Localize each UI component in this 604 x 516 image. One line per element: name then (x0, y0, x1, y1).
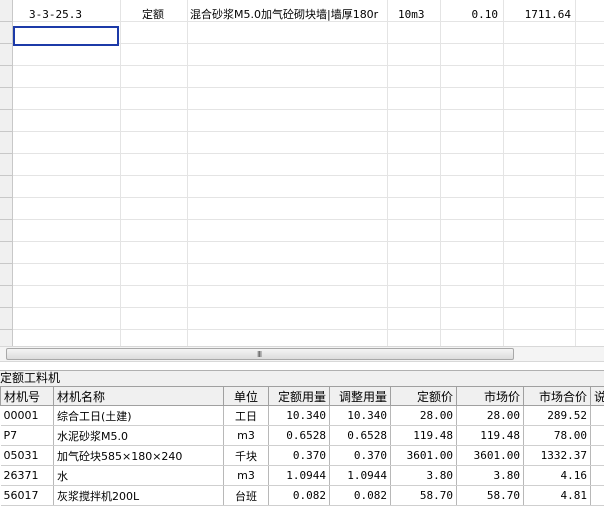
material-code[interactable]: 56017 (0, 485, 54, 506)
quota-grid[interactable]: 3-3-25.3 定额 混合砂浆M5.0加气砼砌块墙|墙厚180r 10m3 0… (0, 0, 604, 346)
table-header-row: 材机号 材机名称 单位 定额用量 调整用量 定额价 市场价 市场合价 说 (0, 386, 604, 406)
note-cell[interactable] (590, 445, 604, 466)
market-total[interactable]: 4.81 (523, 485, 591, 506)
market-price[interactable]: 3.80 (456, 465, 524, 486)
col-header-name[interactable]: 材机名称 (53, 386, 224, 406)
row-header-strip[interactable] (0, 0, 13, 346)
horizontal-scrollbar[interactable]: III (0, 346, 604, 362)
quota-qty[interactable]: 1.0944 (268, 465, 330, 486)
market-total[interactable]: 1332.37 (523, 445, 591, 466)
adjusted-qty[interactable]: 0.6528 (329, 425, 391, 446)
material-code[interactable]: P7 (0, 425, 54, 446)
quota-unit-cell[interactable]: 10m3 (398, 4, 443, 26)
material-code[interactable]: 05031 (0, 445, 54, 466)
quota-price[interactable]: 58.70 (390, 485, 457, 506)
market-total[interactable]: 4.16 (523, 465, 591, 486)
table-row[interactable]: 56017 灰浆搅拌机200L 台班 0.082 0.082 58.70 58.… (0, 485, 604, 506)
table-row[interactable]: 26371 水 m3 1.0944 1.0944 3.80 3.80 4.16 (0, 465, 604, 486)
col-header-adj-qty[interactable]: 调整用量 (329, 386, 391, 406)
quota-price[interactable]: 28.00 (390, 405, 457, 426)
material-unit[interactable]: 千块 (223, 445, 269, 466)
column-divider (575, 0, 576, 346)
table-row[interactable]: 00001 综合工日(土建) 工日 10.340 10.340 28.00 28… (0, 405, 604, 426)
quota-name-cell[interactable]: 混合砂浆M5.0加气砼砌块墙|墙厚180r (190, 4, 387, 26)
note-cell[interactable] (590, 425, 604, 446)
col-header-quota-qty[interactable]: 定额用量 (268, 386, 330, 406)
col-header-unit[interactable]: 单位 (223, 386, 269, 406)
market-total[interactable]: 78.00 (523, 425, 591, 446)
adjusted-qty[interactable]: 10.340 (329, 405, 391, 426)
quota-price[interactable]: 119.48 (390, 425, 457, 446)
col-header-market-total[interactable]: 市场合价 (523, 386, 591, 406)
material-unit[interactable]: 工日 (223, 405, 269, 426)
quota-price[interactable]: 3601.00 (390, 445, 457, 466)
table-row[interactable]: P7 水泥砂浆M5.0 m3 0.6528 0.6528 119.48 119.… (0, 425, 604, 446)
col-header-market-price[interactable]: 市场价 (456, 386, 524, 406)
material-name[interactable]: 综合工日(土建) (53, 405, 224, 426)
column-divider (387, 0, 388, 346)
material-name[interactable]: 加气砼块585×180×240 (53, 445, 224, 466)
column-divider (503, 0, 504, 346)
quota-row[interactable]: 3-3-25.3 定额 混合砂浆M5.0加气砼砌块墙|墙厚180r 10m3 0… (13, 4, 604, 26)
quota-code-cell[interactable]: 3-3-25.3 (29, 4, 129, 26)
note-cell[interactable] (590, 405, 604, 426)
scrollbar-thumb[interactable]: III (6, 348, 514, 360)
table-row[interactable]: 05031 加气砼块585×180×240 千块 0.370 0.370 360… (0, 445, 604, 466)
market-price[interactable]: 28.00 (456, 405, 524, 426)
selected-cell[interactable] (13, 26, 119, 46)
col-header-code[interactable]: 材机号 (0, 386, 54, 406)
note-cell[interactable] (590, 485, 604, 506)
market-price[interactable]: 3601.00 (456, 445, 524, 466)
quota-price[interactable]: 3.80 (390, 465, 457, 486)
material-code[interactable]: 26371 (0, 465, 54, 486)
market-price[interactable]: 119.48 (456, 425, 524, 446)
quota-qty[interactable]: 0.370 (268, 445, 330, 466)
adjusted-qty[interactable]: 0.082 (329, 485, 391, 506)
quota-amount-cell[interactable]: 1711.64 (503, 4, 571, 26)
col-header-quota-price[interactable]: 定额价 (390, 386, 457, 406)
quota-type-cell[interactable]: 定额 (142, 4, 197, 26)
adjusted-qty[interactable]: 1.0944 (329, 465, 391, 486)
col-header-note[interactable]: 说 (590, 386, 604, 406)
grid-lines (13, 0, 604, 346)
material-unit[interactable]: m3 (223, 465, 269, 486)
column-divider (187, 0, 188, 346)
material-unit[interactable]: 台班 (223, 485, 269, 506)
material-unit[interactable]: m3 (223, 425, 269, 446)
panel-title: 定额工料机 (0, 370, 604, 386)
panel-gap (0, 362, 604, 370)
note-cell[interactable] (590, 465, 604, 486)
adjusted-qty[interactable]: 0.370 (329, 445, 391, 466)
market-price[interactable]: 58.70 (456, 485, 524, 506)
grip-icon: III (257, 350, 262, 359)
materials-table: 材机号 材机名称 单位 定额用量 调整用量 定额价 市场价 市场合价 说 000… (0, 386, 604, 506)
quota-quantity-cell[interactable]: 0.10 (443, 4, 499, 26)
material-name[interactable]: 水泥砂浆M5.0 (53, 425, 224, 446)
market-total[interactable]: 289.52 (523, 405, 591, 426)
material-name[interactable]: 灰浆搅拌机200L (53, 485, 224, 506)
column-divider (440, 0, 441, 346)
column-divider (120, 0, 121, 346)
material-name[interactable]: 水 (53, 465, 224, 486)
quota-qty[interactable]: 0.6528 (268, 425, 330, 446)
material-code[interactable]: 00001 (0, 405, 54, 426)
quota-qty[interactable]: 0.082 (268, 485, 330, 506)
quota-qty[interactable]: 10.340 (268, 405, 330, 426)
